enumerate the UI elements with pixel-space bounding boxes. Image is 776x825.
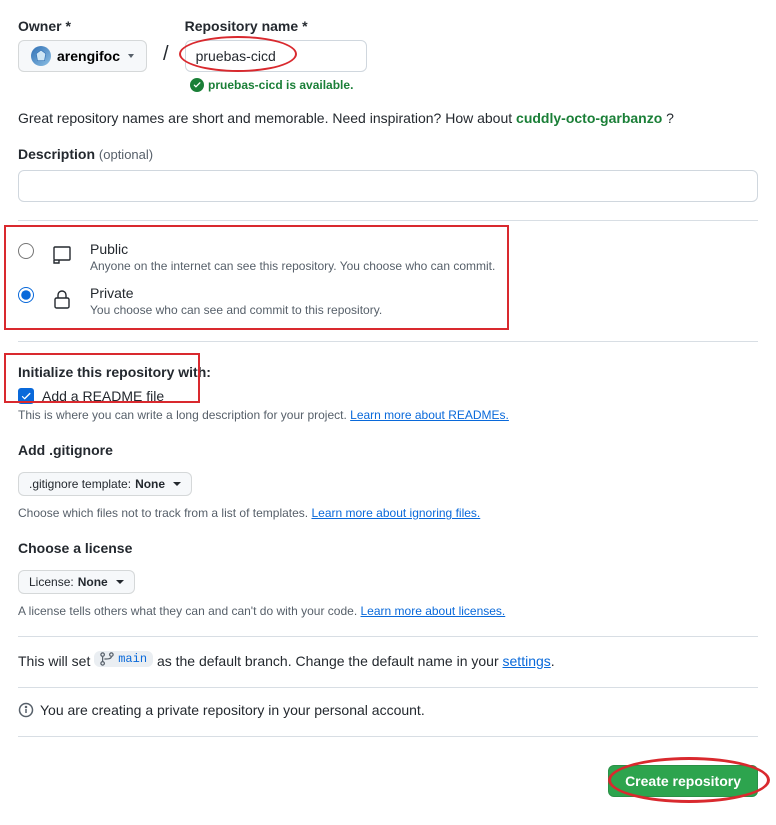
license-desc: A license tells others what they can and… [18,604,758,618]
owner-name: arengifoc [57,48,120,64]
section-divider [18,220,758,221]
section-divider [18,341,758,342]
info-notice: You are creating a private repository in… [18,702,758,718]
reponame-input[interactable] [185,40,367,72]
section-divider [18,736,758,737]
info-icon [18,702,34,718]
section-divider [18,687,758,688]
name-suggestion-link[interactable]: cuddly-octo-garbanzo [516,110,662,126]
initialize-heading: Initialize this repository with: [18,364,758,380]
gitignore-learn-more-link[interactable]: Learn more about ignoring files. [311,506,480,520]
repo-icon [48,241,76,269]
owner-repo-separator: / [161,43,171,72]
chevron-down-icon [173,482,181,486]
default-branch-text: This will set main as the default branch… [18,651,758,669]
license-heading: Choose a license [18,540,758,556]
visibility-public-desc: Anyone on the internet can see this repo… [90,259,495,273]
license-select-button[interactable]: License: None [18,570,135,594]
create-repository-button[interactable]: Create repository [608,765,758,797]
visibility-private-row[interactable]: Private You choose who can see and commi… [18,279,758,323]
visibility-private-desc: You choose who can see and commit to thi… [90,303,382,317]
owner-select-button[interactable]: arengifoc [18,40,147,72]
git-branch-icon [100,652,114,666]
visibility-private-radio[interactable] [18,287,34,303]
owner-avatar-icon [31,46,51,66]
gitignore-heading: Add .gitignore [18,442,758,458]
readme-checkbox[interactable] [18,388,34,404]
visibility-public-radio[interactable] [18,243,34,259]
readme-checkbox-row[interactable]: Add a README file [18,388,758,404]
chevron-down-icon [116,580,124,584]
visibility-private-title: Private [90,285,382,301]
license-learn-more-link[interactable]: Learn more about licenses. [361,604,506,618]
owner-label: Owner * [18,18,147,34]
description-input[interactable] [18,170,758,202]
readme-label: Add a README file [42,388,164,404]
description-label: Description (optional) [18,146,758,162]
check-icon [20,390,32,402]
branch-settings-link[interactable]: settings [503,653,551,669]
section-divider [18,636,758,637]
check-circle-icon [190,78,204,92]
lock-icon [48,285,76,313]
branch-badge: main [94,651,153,667]
gitignore-select-button[interactable]: .gitignore template: None [18,472,192,496]
chevron-down-icon [128,54,134,58]
gitignore-desc: Choose which files not to track from a l… [18,506,758,520]
visibility-public-title: Public [90,241,495,257]
readme-desc: This is where you can write a long descr… [18,408,758,422]
reponame-label: Repository name * [185,18,367,34]
reponame-available-status: pruebas-cicd is available. [190,78,758,92]
visibility-public-row[interactable]: Public Anyone on the internet can see th… [18,235,758,279]
readme-learn-more-link[interactable]: Learn more about READMEs. [350,408,509,422]
naming-hint: Great repository names are short and mem… [18,110,758,126]
